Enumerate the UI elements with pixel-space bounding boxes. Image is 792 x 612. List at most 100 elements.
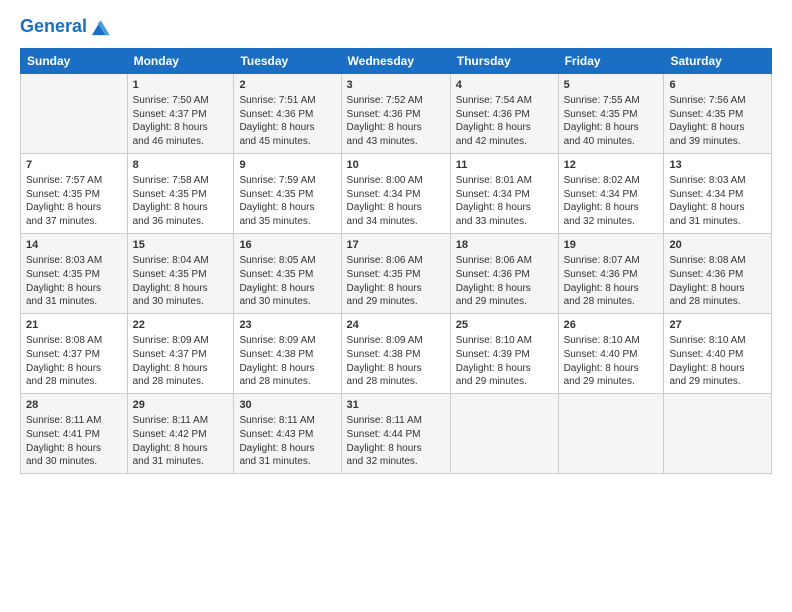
calendar-cell: 5Sunrise: 7:55 AM Sunset: 4:35 PM Daylig… [558,74,664,154]
day-info: Sunrise: 8:03 AM Sunset: 4:35 PM Dayligh… [26,254,122,309]
day-number: 31 [347,398,445,413]
day-info: Sunrise: 7:51 AM Sunset: 4:36 PM Dayligh… [239,94,335,149]
logo-icon [89,16,111,38]
calendar-cell: 12Sunrise: 8:02 AM Sunset: 4:34 PM Dayli… [558,154,664,234]
calendar-cell [664,394,772,474]
day-number: 24 [347,318,445,333]
day-number: 21 [26,318,122,333]
calendar-cell: 7Sunrise: 7:57 AM Sunset: 4:35 PM Daylig… [21,154,128,234]
calendar-cell: 25Sunrise: 8:10 AM Sunset: 4:39 PM Dayli… [450,314,558,394]
day-info: Sunrise: 8:07 AM Sunset: 4:36 PM Dayligh… [564,254,659,309]
day-info: Sunrise: 8:11 AM Sunset: 4:44 PM Dayligh… [347,414,445,469]
day-number: 25 [456,318,553,333]
day-number: 1 [133,78,229,93]
weekday-header-friday: Friday [558,49,664,74]
day-number: 11 [456,158,553,173]
calendar-cell: 20Sunrise: 8:08 AM Sunset: 4:36 PM Dayli… [664,234,772,314]
calendar-cell: 14Sunrise: 8:03 AM Sunset: 4:35 PM Dayli… [21,234,128,314]
calendar-cell: 4Sunrise: 7:54 AM Sunset: 4:36 PM Daylig… [450,74,558,154]
day-number: 30 [239,398,335,413]
day-number: 13 [669,158,766,173]
day-number: 27 [669,318,766,333]
calendar-cell: 30Sunrise: 8:11 AM Sunset: 4:43 PM Dayli… [234,394,341,474]
calendar-cell: 1Sunrise: 7:50 AM Sunset: 4:37 PM Daylig… [127,74,234,154]
calendar-week-4: 21Sunrise: 8:08 AM Sunset: 4:37 PM Dayli… [21,314,772,394]
calendar-header-row: SundayMondayTuesdayWednesdayThursdayFrid… [21,49,772,74]
day-number: 7 [26,158,122,173]
weekday-header-sunday: Sunday [21,49,128,74]
day-info: Sunrise: 8:05 AM Sunset: 4:35 PM Dayligh… [239,254,335,309]
day-number: 6 [669,78,766,93]
day-info: Sunrise: 8:11 AM Sunset: 4:41 PM Dayligh… [26,414,122,469]
calendar-cell: 21Sunrise: 8:08 AM Sunset: 4:37 PM Dayli… [21,314,128,394]
calendar-cell: 26Sunrise: 8:10 AM Sunset: 4:40 PM Dayli… [558,314,664,394]
day-number: 28 [26,398,122,413]
day-number: 18 [456,238,553,253]
day-info: Sunrise: 8:02 AM Sunset: 4:34 PM Dayligh… [564,174,659,229]
calendar-cell: 11Sunrise: 8:01 AM Sunset: 4:34 PM Dayli… [450,154,558,234]
day-info: Sunrise: 8:10 AM Sunset: 4:39 PM Dayligh… [456,334,553,389]
calendar-cell: 18Sunrise: 8:06 AM Sunset: 4:36 PM Dayli… [450,234,558,314]
day-info: Sunrise: 8:04 AM Sunset: 4:35 PM Dayligh… [133,254,229,309]
day-number: 23 [239,318,335,333]
calendar-table: SundayMondayTuesdayWednesdayThursdayFrid… [20,48,772,474]
day-info: Sunrise: 8:01 AM Sunset: 4:34 PM Dayligh… [456,174,553,229]
calendar-cell: 23Sunrise: 8:09 AM Sunset: 4:38 PM Dayli… [234,314,341,394]
calendar-cell: 24Sunrise: 8:09 AM Sunset: 4:38 PM Dayli… [341,314,450,394]
calendar-cell: 9Sunrise: 7:59 AM Sunset: 4:35 PM Daylig… [234,154,341,234]
calendar-cell: 8Sunrise: 7:58 AM Sunset: 4:35 PM Daylig… [127,154,234,234]
day-info: Sunrise: 7:58 AM Sunset: 4:35 PM Dayligh… [133,174,229,229]
day-info: Sunrise: 7:56 AM Sunset: 4:35 PM Dayligh… [669,94,766,149]
calendar-cell: 27Sunrise: 8:10 AM Sunset: 4:40 PM Dayli… [664,314,772,394]
day-info: Sunrise: 8:11 AM Sunset: 4:42 PM Dayligh… [133,414,229,469]
day-info: Sunrise: 8:09 AM Sunset: 4:37 PM Dayligh… [133,334,229,389]
calendar-cell [450,394,558,474]
day-number: 3 [347,78,445,93]
day-info: Sunrise: 8:06 AM Sunset: 4:36 PM Dayligh… [456,254,553,309]
calendar-cell: 6Sunrise: 7:56 AM Sunset: 4:35 PM Daylig… [664,74,772,154]
logo-text: General [20,17,87,37]
weekday-header-wednesday: Wednesday [341,49,450,74]
day-number: 16 [239,238,335,253]
calendar-cell: 3Sunrise: 7:52 AM Sunset: 4:36 PM Daylig… [341,74,450,154]
calendar-week-3: 14Sunrise: 8:03 AM Sunset: 4:35 PM Dayli… [21,234,772,314]
day-info: Sunrise: 8:11 AM Sunset: 4:43 PM Dayligh… [239,414,335,469]
day-info: Sunrise: 7:52 AM Sunset: 4:36 PM Dayligh… [347,94,445,149]
day-info: Sunrise: 7:55 AM Sunset: 4:35 PM Dayligh… [564,94,659,149]
day-number: 15 [133,238,229,253]
day-number: 26 [564,318,659,333]
calendar-cell: 31Sunrise: 8:11 AM Sunset: 4:44 PM Dayli… [341,394,450,474]
day-number: 20 [669,238,766,253]
calendar-cell [558,394,664,474]
calendar-cell: 2Sunrise: 7:51 AM Sunset: 4:36 PM Daylig… [234,74,341,154]
day-info: Sunrise: 8:09 AM Sunset: 4:38 PM Dayligh… [239,334,335,389]
calendar-cell: 19Sunrise: 8:07 AM Sunset: 4:36 PM Dayli… [558,234,664,314]
day-number: 4 [456,78,553,93]
day-info: Sunrise: 8:08 AM Sunset: 4:36 PM Dayligh… [669,254,766,309]
day-info: Sunrise: 8:03 AM Sunset: 4:34 PM Dayligh… [669,174,766,229]
calendar-week-1: 1Sunrise: 7:50 AM Sunset: 4:37 PM Daylig… [21,74,772,154]
day-info: Sunrise: 7:57 AM Sunset: 4:35 PM Dayligh… [26,174,122,229]
calendar-cell: 15Sunrise: 8:04 AM Sunset: 4:35 PM Dayli… [127,234,234,314]
calendar-cell: 29Sunrise: 8:11 AM Sunset: 4:42 PM Dayli… [127,394,234,474]
weekday-header-monday: Monday [127,49,234,74]
calendar-week-2: 7Sunrise: 7:57 AM Sunset: 4:35 PM Daylig… [21,154,772,234]
day-info: Sunrise: 7:54 AM Sunset: 4:36 PM Dayligh… [456,94,553,149]
day-info: Sunrise: 7:50 AM Sunset: 4:37 PM Dayligh… [133,94,229,149]
day-number: 10 [347,158,445,173]
day-number: 22 [133,318,229,333]
day-number: 9 [239,158,335,173]
calendar-cell: 13Sunrise: 8:03 AM Sunset: 4:34 PM Dayli… [664,154,772,234]
day-info: Sunrise: 8:00 AM Sunset: 4:34 PM Dayligh… [347,174,445,229]
weekday-header-thursday: Thursday [450,49,558,74]
calendar-cell: 16Sunrise: 8:05 AM Sunset: 4:35 PM Dayli… [234,234,341,314]
calendar-cell: 17Sunrise: 8:06 AM Sunset: 4:35 PM Dayli… [341,234,450,314]
day-info: Sunrise: 8:09 AM Sunset: 4:38 PM Dayligh… [347,334,445,389]
day-info: Sunrise: 7:59 AM Sunset: 4:35 PM Dayligh… [239,174,335,229]
weekday-header-tuesday: Tuesday [234,49,341,74]
calendar-week-5: 28Sunrise: 8:11 AM Sunset: 4:41 PM Dayli… [21,394,772,474]
header: General [20,16,772,38]
day-number: 14 [26,238,122,253]
day-number: 2 [239,78,335,93]
day-number: 12 [564,158,659,173]
